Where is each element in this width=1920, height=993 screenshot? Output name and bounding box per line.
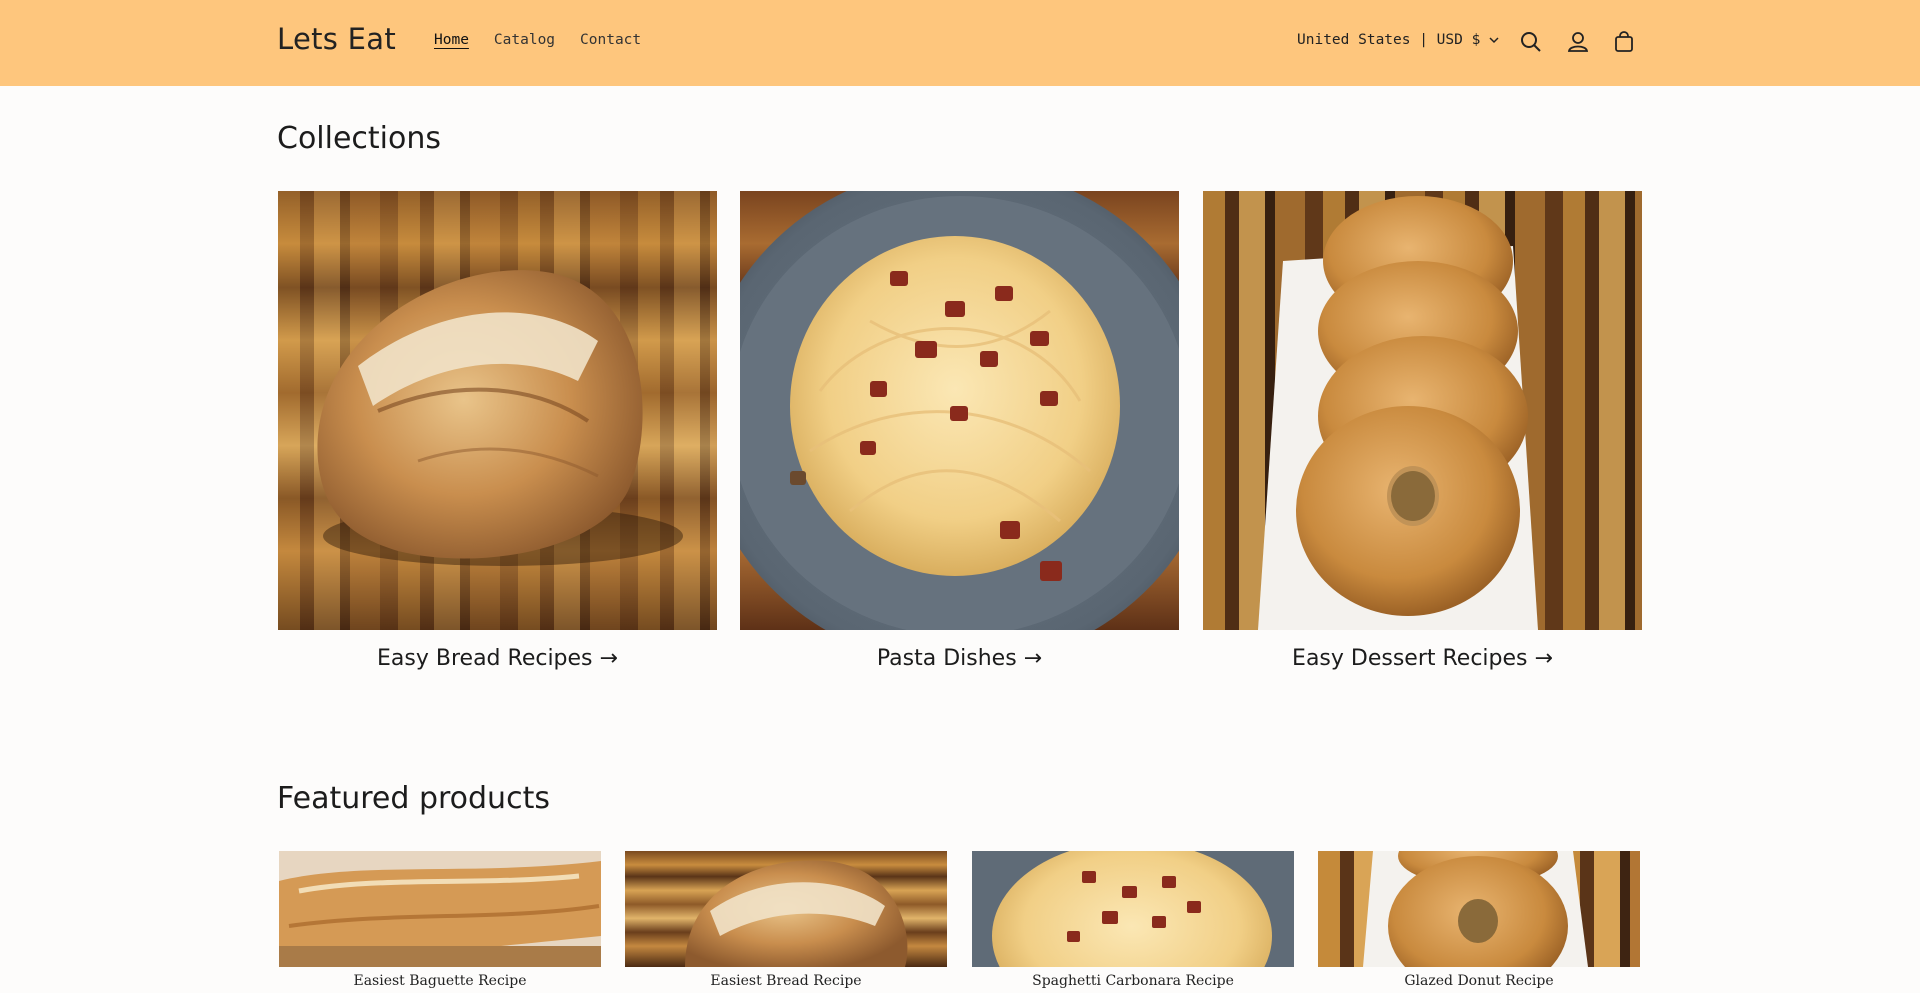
glazed-donuts-photo	[1318, 851, 1640, 967]
site-header: Lets Eat Home Catalog Contact United Sta…	[0, 0, 1920, 86]
collection-label: Easy Bread Recipes →	[377, 646, 618, 671]
collection-card-dessert[interactable]: Easy Dessert Recipes →	[1203, 191, 1642, 671]
collections-heading: Collections	[277, 121, 442, 156]
main-nav: Home Catalog Contact	[434, 32, 641, 48]
spaghetti-carbonara-photo	[740, 191, 1179, 630]
baguette-photo	[279, 851, 601, 967]
nav-catalog[interactable]: Catalog	[494, 32, 555, 48]
nav-home[interactable]: Home	[434, 32, 469, 48]
account-icon[interactable]	[1565, 29, 1591, 55]
bread-loaf-photo	[625, 851, 947, 967]
product-card-carbonara[interactable]: Spaghetti Carbonara Recipe	[972, 851, 1294, 989]
collection-label: Pasta Dishes →	[876, 646, 1043, 671]
currency-label: United States | USD $	[1297, 32, 1481, 48]
bread-loaf-photo	[278, 191, 717, 630]
chevron-down-icon	[1489, 37, 1499, 44]
spaghetti-carbonara-photo	[972, 851, 1294, 967]
product-title: Glazed Donut Recipe	[1404, 973, 1554, 989]
search-icon[interactable]	[1518, 29, 1544, 55]
cart-icon[interactable]	[1611, 29, 1637, 55]
glazed-donuts-photo	[1203, 191, 1642, 630]
product-card-bread[interactable]: Easiest Bread Recipe	[625, 851, 947, 989]
collection-card-bread[interactable]: Easy Bread Recipes →	[278, 191, 717, 671]
product-card-baguette[interactable]: Easiest Baguette Recipe	[279, 851, 601, 989]
nav-contact[interactable]: Contact	[580, 32, 641, 48]
product-title: Spaghetti Carbonara Recipe	[1032, 973, 1234, 989]
featured-heading: Featured products	[277, 781, 550, 816]
site-logo[interactable]: Lets Eat	[277, 22, 396, 56]
collection-label: Easy Dessert Recipes →	[1292, 646, 1553, 671]
product-title: Easiest Bread Recipe	[710, 973, 862, 989]
currency-selector[interactable]: United States | USD $	[1297, 32, 1500, 48]
product-title: Easiest Baguette Recipe	[353, 973, 527, 989]
collection-card-pasta[interactable]: Pasta Dishes →	[740, 191, 1179, 671]
product-card-donut[interactable]: Glazed Donut Recipe	[1318, 851, 1640, 989]
